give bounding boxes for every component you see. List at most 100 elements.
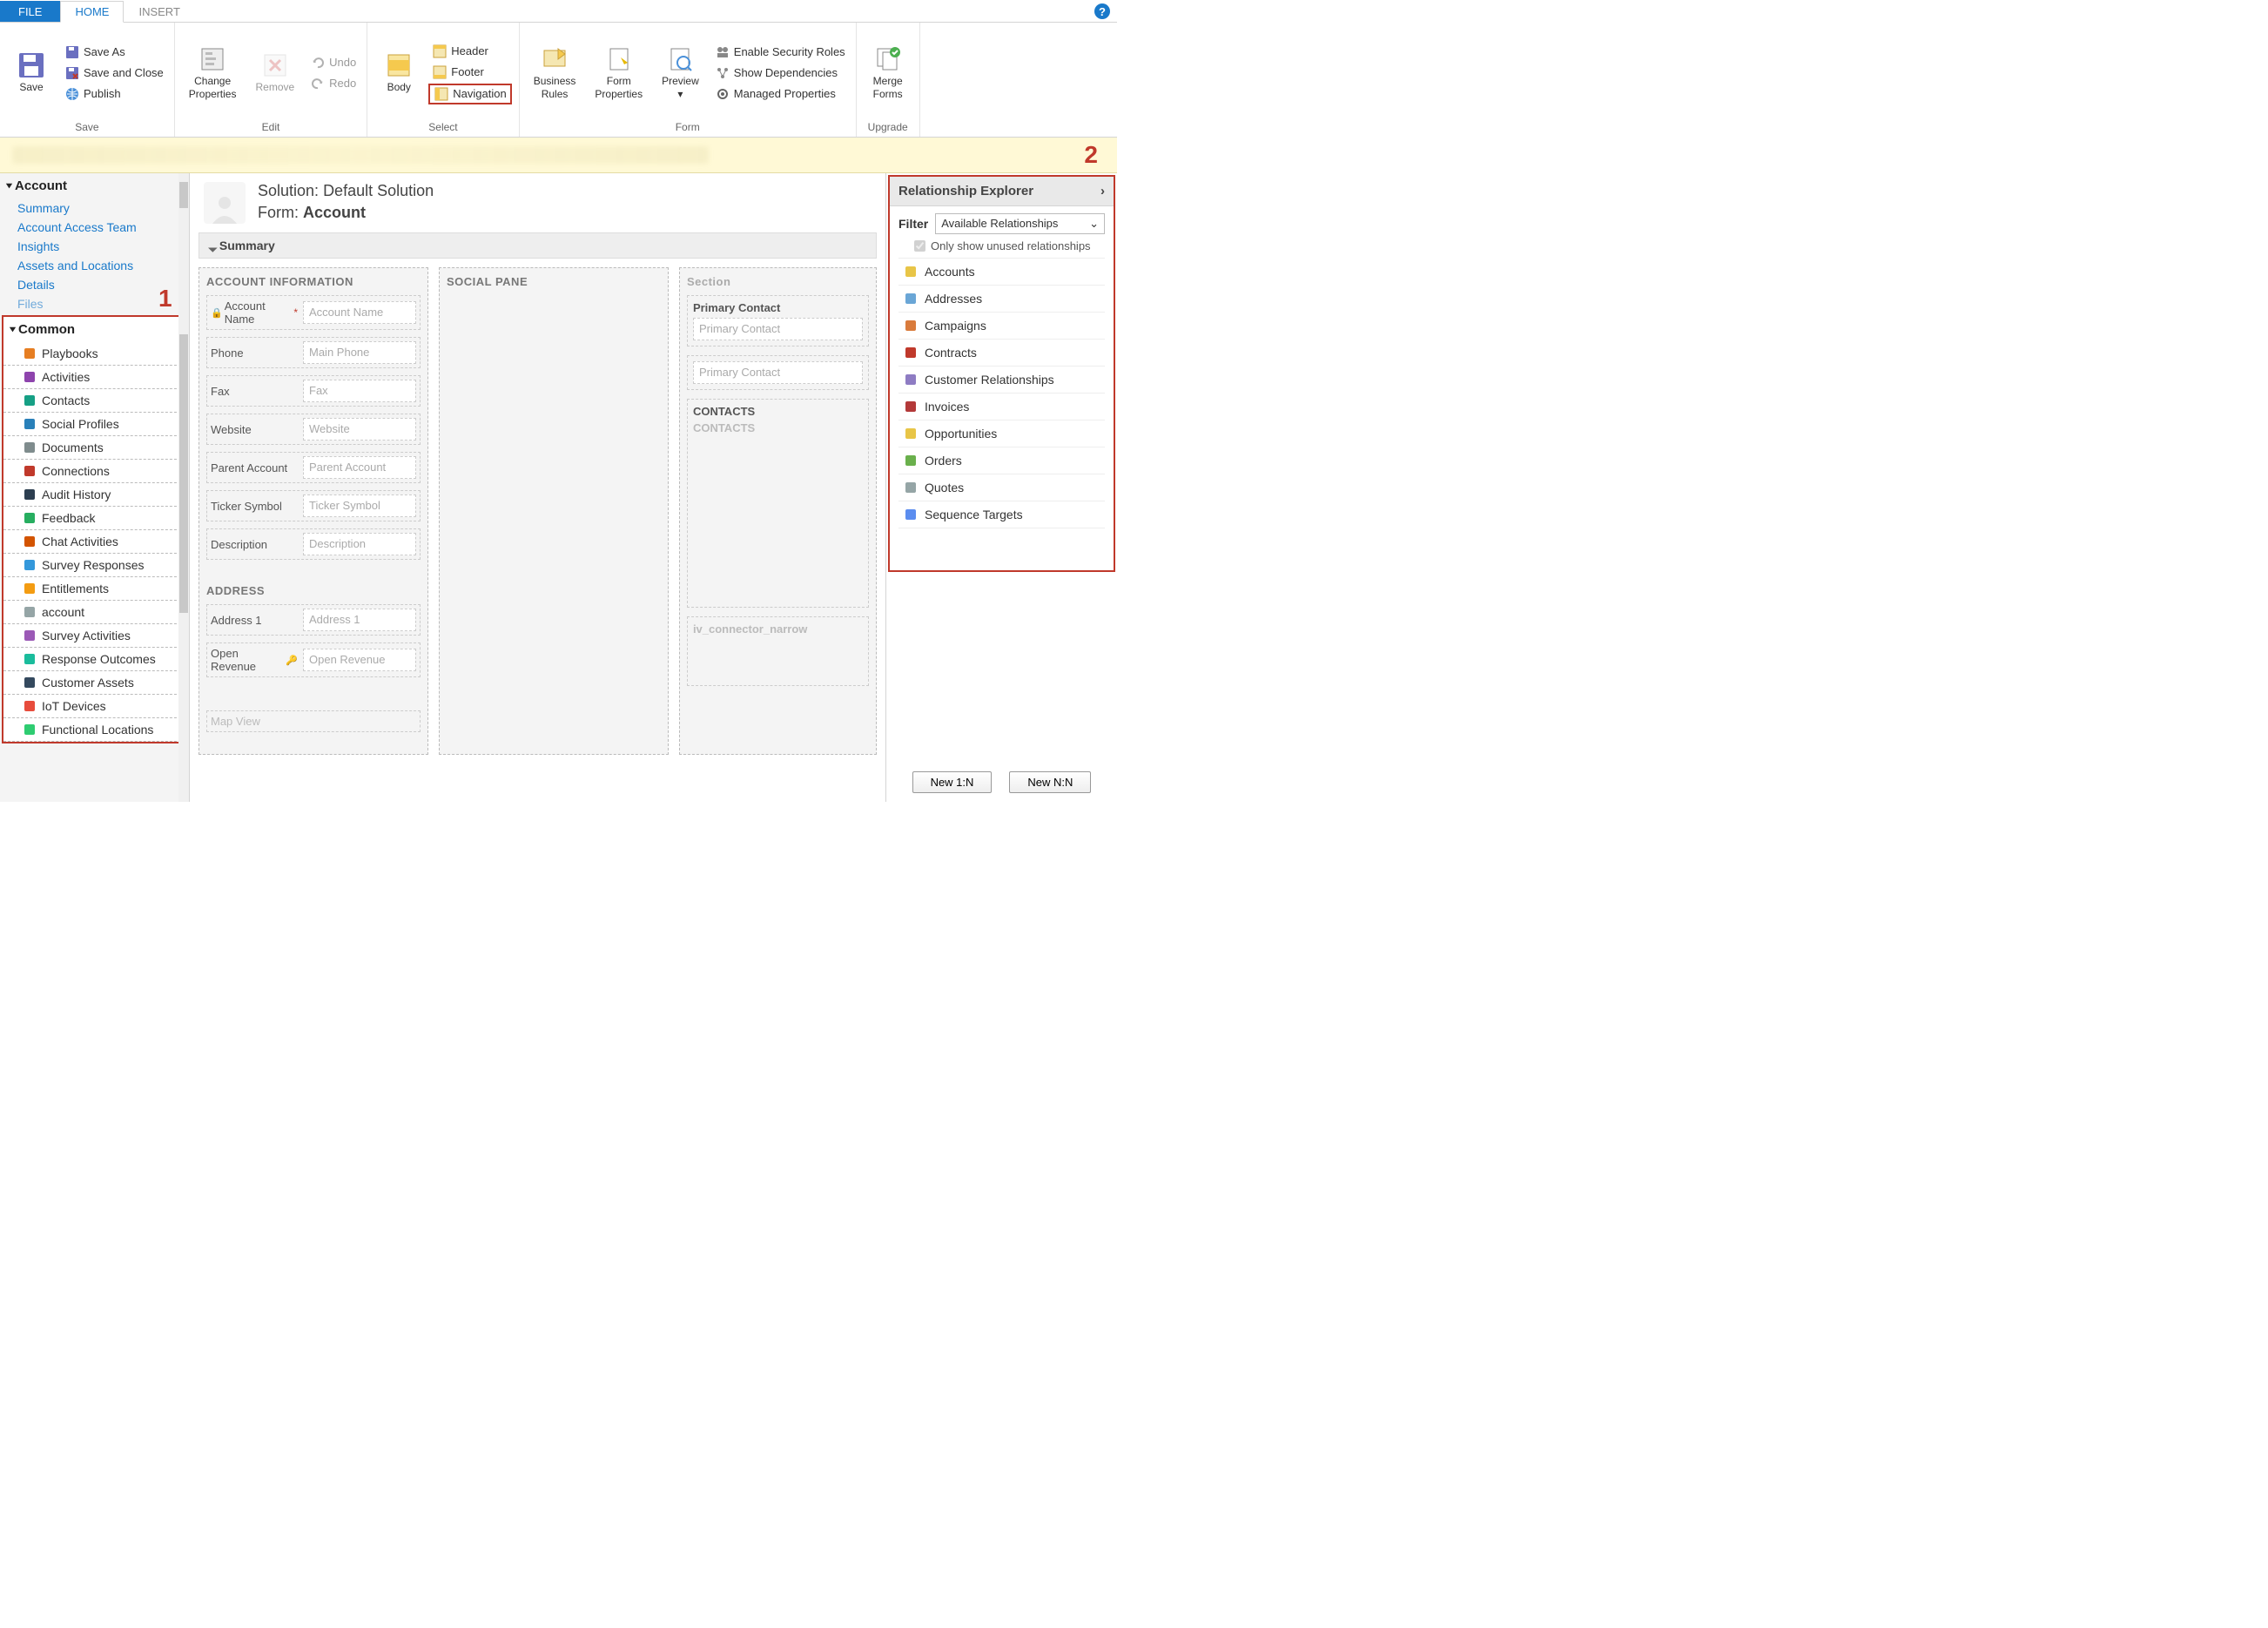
rel-item-sequence-targets[interactable]: Sequence Targets	[898, 501, 1105, 528]
field-input[interactable]: Description	[303, 533, 416, 555]
nav-section-account[interactable]: Account	[0, 173, 189, 198]
rel-item-contracts[interactable]: Contracts	[898, 340, 1105, 367]
rel-item-quotes[interactable]: Quotes	[898, 474, 1105, 501]
entity-icon	[23, 629, 37, 642]
form-column-2[interactable]: SOCIAL PANE	[439, 267, 669, 755]
save-button[interactable]: Save	[7, 50, 56, 95]
publish-button[interactable]: Publish	[61, 84, 167, 104]
header-button[interactable]: Header	[428, 42, 511, 61]
nav-link-account-access-team[interactable]: Account Access Team	[0, 218, 189, 237]
nav-item-iot-devices[interactable]: IoT Devices	[3, 695, 185, 718]
form-column-3[interactable]: Section Primary Contact Primary Contact …	[679, 267, 877, 755]
chevron-right-icon[interactable]: ›	[1100, 184, 1105, 198]
nav-item-social-profiles[interactable]: Social Profiles	[3, 413, 185, 436]
navigation-button[interactable]: Navigation	[428, 84, 511, 104]
nav-item-account[interactable]: account	[3, 601, 185, 624]
field-address-1[interactable]: Address 1Address 1	[206, 604, 421, 636]
field-input[interactable]: Account Name	[303, 301, 416, 324]
left-scrollbar[interactable]	[178, 173, 189, 802]
field-open-revenue[interactable]: Open Revenue🔑Open Revenue	[206, 642, 421, 677]
nav-item-customer-assets[interactable]: Customer Assets	[3, 671, 185, 695]
nav-item-survey-responses[interactable]: Survey Responses	[3, 554, 185, 577]
tab-home[interactable]: HOME	[60, 1, 124, 23]
field-phone[interactable]: PhoneMain Phone	[206, 337, 421, 368]
nav-section-common[interactable]: Common	[3, 317, 185, 342]
field-ticker-symbol[interactable]: Ticker SymbolTicker Symbol	[206, 490, 421, 521]
nav-item-chat-activities[interactable]: Chat Activities	[3, 530, 185, 554]
body-button[interactable]: Body	[374, 50, 423, 95]
map-view-row[interactable]: Map View	[206, 710, 421, 732]
primary-contact-section-2[interactable]: Primary Contact	[687, 355, 869, 390]
only-unused-label: Only show unused relationships	[931, 239, 1091, 252]
field-account-name[interactable]: 🔒Account Name*Account Name	[206, 295, 421, 330]
tab-insert[interactable]: INSERT	[124, 1, 194, 22]
rel-item-invoices[interactable]: Invoices	[898, 394, 1105, 420]
nav-link-assets-and-locations[interactable]: Assets and Locations	[0, 256, 189, 275]
form-properties-button[interactable]: Form Properties	[588, 44, 649, 102]
tab-file[interactable]: FILE	[0, 1, 60, 22]
rel-item-addresses[interactable]: Addresses	[898, 286, 1105, 313]
save-close-button[interactable]: Save and Close	[61, 64, 167, 83]
nav-link-summary[interactable]: Summary	[0, 198, 189, 218]
save-as-button[interactable]: Save As	[61, 43, 167, 62]
primary-contact-field[interactable]: Primary Contact	[693, 318, 863, 340]
field-input[interactable]: Open Revenue	[303, 649, 416, 671]
nav-link-insights[interactable]: Insights	[0, 237, 189, 256]
filter-select[interactable]: Available Relationships ⌄	[935, 213, 1105, 234]
form-column-1[interactable]: ACCOUNT INFORMATION 🔒Account Name*Accoun…	[199, 267, 428, 755]
show-dependencies-button[interactable]: Show Dependencies	[711, 64, 849, 83]
merge-forms-button[interactable]: Merge Forms	[864, 44, 912, 102]
rel-item-orders[interactable]: Orders	[898, 447, 1105, 474]
primary-contact-field-2[interactable]: Primary Contact	[693, 361, 863, 384]
managed-properties-button[interactable]: Managed Properties	[711, 84, 849, 104]
field-fax[interactable]: FaxFax	[206, 375, 421, 407]
remove-button[interactable]: Remove	[248, 50, 301, 95]
new-nn-button[interactable]: New N:N	[1009, 771, 1091, 793]
left-nav[interactable]: Account SummaryAccount Access TeamInsigh…	[0, 173, 190, 802]
iv-connector-section[interactable]: iv_connector_narrow	[687, 616, 869, 686]
nav-item-survey-activities[interactable]: Survey Activities	[3, 624, 185, 648]
redo-button[interactable]: Redo	[306, 74, 360, 93]
footer-button[interactable]: Footer	[428, 63, 511, 82]
nav-item-documents[interactable]: Documents	[3, 436, 185, 460]
entity-icon	[904, 346, 918, 360]
nav-item-audit-history[interactable]: Audit History	[3, 483, 185, 507]
form-columns: ACCOUNT INFORMATION 🔒Account Name*Accoun…	[199, 267, 877, 755]
field-input[interactable]: Main Phone	[303, 341, 416, 364]
nav-item-connections[interactable]: Connections	[3, 460, 185, 483]
rel-item-accounts[interactable]: Accounts	[898, 259, 1105, 286]
enable-security-button[interactable]: Enable Security Roles	[711, 43, 849, 62]
field-parent-account[interactable]: Parent AccountParent Account	[206, 452, 421, 483]
rel-item-opportunities[interactable]: Opportunities	[898, 420, 1105, 447]
preview-button[interactable]: Preview▾	[655, 44, 706, 102]
field-website[interactable]: WebsiteWebsite	[206, 414, 421, 445]
nav-item-entitlements[interactable]: Entitlements	[3, 577, 185, 601]
form-properties-label: Form Properties	[595, 75, 643, 100]
tab-summary[interactable]: Summary	[199, 232, 877, 259]
undo-button[interactable]: Undo	[306, 53, 360, 72]
rel-item-campaigns[interactable]: Campaigns	[898, 313, 1105, 340]
nav-item-response-outcomes[interactable]: Response Outcomes	[3, 648, 185, 671]
business-rules-button[interactable]: Business Rules	[527, 44, 583, 102]
form-label: Form: Account	[258, 204, 434, 222]
nav-item-activities[interactable]: Activities	[3, 366, 185, 389]
nav-item-contacts[interactable]: Contacts	[3, 389, 185, 413]
contacts-section[interactable]: CONTACTS CONTACTS	[687, 399, 869, 608]
new-1n-button[interactable]: New 1:N	[912, 771, 993, 793]
field-input[interactable]: Ticker Symbol	[303, 494, 416, 517]
relationship-explorer-header[interactable]: Relationship Explorer ›	[890, 177, 1114, 206]
field-description[interactable]: DescriptionDescription	[206, 528, 421, 560]
help-icon[interactable]: ?	[1094, 3, 1110, 19]
nav-item-playbooks[interactable]: Playbooks	[3, 342, 185, 366]
primary-contact-section[interactable]: Primary Contact Primary Contact	[687, 295, 869, 346]
field-input[interactable]: Website	[303, 418, 416, 441]
nav-item-functional-locations[interactable]: Functional Locations	[3, 718, 185, 742]
field-input[interactable]: Address 1	[303, 609, 416, 631]
change-properties-button[interactable]: Change Properties	[182, 44, 244, 102]
rel-item-customer-relationships[interactable]: Customer Relationships	[898, 367, 1105, 394]
only-unused-checkbox[interactable]	[914, 240, 925, 252]
nav-item-feedback[interactable]: Feedback	[3, 507, 185, 530]
header-label: Header	[451, 44, 488, 57]
field-input[interactable]: Parent Account	[303, 456, 416, 479]
field-input[interactable]: Fax	[303, 380, 416, 402]
